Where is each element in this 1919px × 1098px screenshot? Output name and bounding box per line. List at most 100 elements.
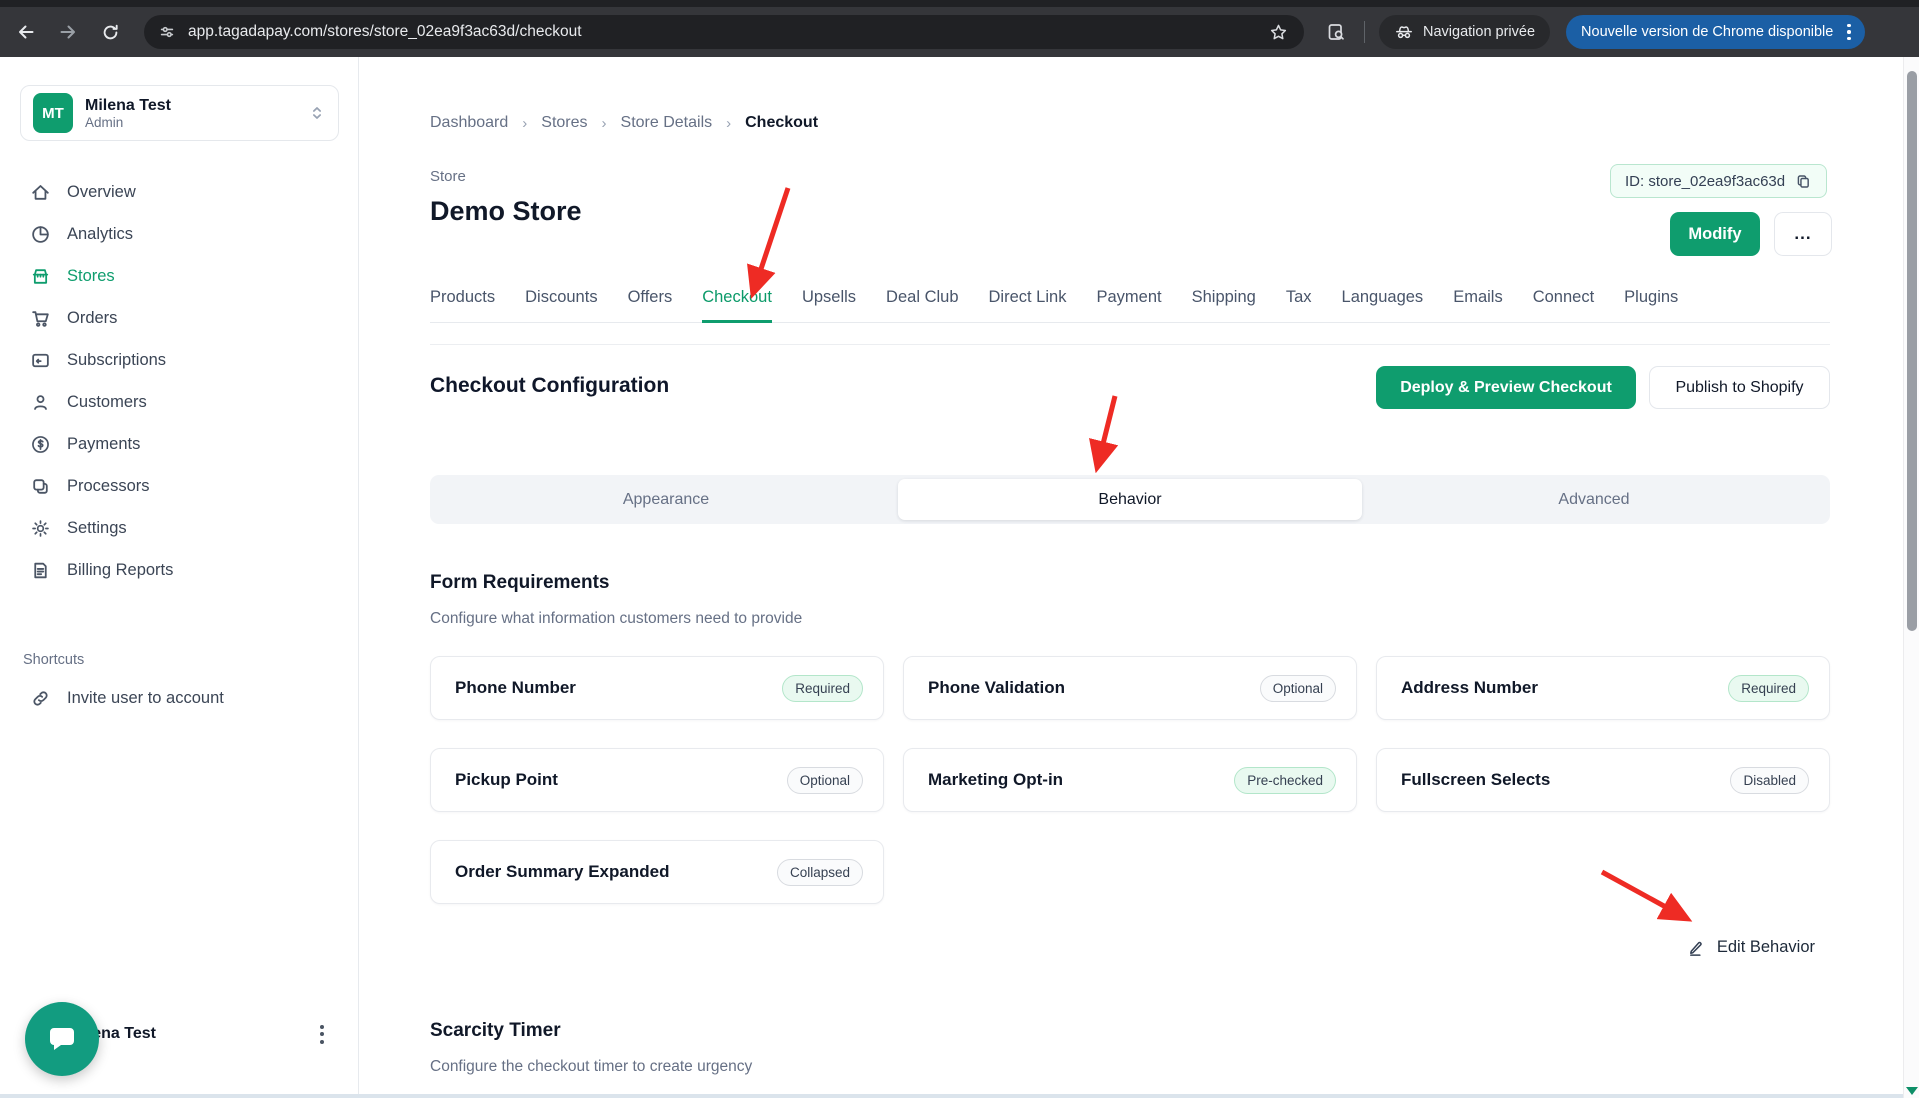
- tab-label: Checkout: [702, 288, 772, 306]
- breadcrumb-dashboard[interactable]: Dashboard ›: [430, 114, 541, 132]
- segment-appearance[interactable]: Appearance: [434, 479, 898, 520]
- account-role: Admin: [85, 115, 171, 130]
- tab-upsells[interactable]: Upsells: [802, 288, 856, 323]
- person-icon: [30, 392, 51, 413]
- footer-menu-icon[interactable]: [310, 1019, 334, 1049]
- breadcrumb-store-details[interactable]: Store Details›: [621, 114, 746, 132]
- sidebar-item-stores[interactable]: Stores: [0, 255, 358, 297]
- scarcity-timer-title: Scarcity Timer: [430, 1020, 561, 1042]
- bottom-edge-strip: [0, 1094, 1903, 1098]
- sidebar-item-overview[interactable]: Overview: [0, 171, 358, 213]
- tab-connect[interactable]: Connect: [1533, 288, 1594, 323]
- layers-icon: [30, 476, 51, 497]
- requirement-card-fullscreen-selects: Fullscreen Selects Disabled: [1376, 748, 1830, 812]
- breadcrumb-label: Checkout: [745, 114, 818, 132]
- scroll-down-arrow-icon[interactable]: [1906, 1087, 1918, 1095]
- tab-direct-link[interactable]: Direct Link: [989, 288, 1067, 323]
- tab-products[interactable]: Products: [430, 288, 495, 323]
- status-badge: Required: [1728, 675, 1809, 702]
- chat-widget-button[interactable]: [25, 1002, 99, 1076]
- sidebar-item-label: Orders: [67, 309, 117, 328]
- sidebar-item-analytics[interactable]: Analytics: [0, 213, 358, 255]
- breadcrumb-label: Dashboard: [430, 114, 508, 132]
- requirement-label: Fullscreen Selects: [1401, 770, 1550, 790]
- back-button[interactable]: [14, 20, 38, 44]
- tab-checkout[interactable]: Checkout: [702, 288, 772, 323]
- sidebar-item-payments[interactable]: Payments: [0, 423, 358, 465]
- forward-button[interactable]: [56, 20, 80, 44]
- pie-chart-icon: [30, 224, 51, 245]
- browser-tabstrip: [0, 0, 1919, 7]
- link-icon: [30, 688, 51, 709]
- store-id-badge: ID: store_02ea9f3ac63d: [1610, 164, 1827, 198]
- tab-payment[interactable]: Payment: [1096, 288, 1161, 323]
- sidebar-item-customers[interactable]: Customers: [0, 381, 358, 423]
- more-actions-button[interactable]: ...: [1774, 212, 1832, 256]
- sidebar-item-label: Analytics: [67, 225, 133, 244]
- chevron-right-icon: ›: [522, 115, 527, 132]
- vertical-scrollbar[interactable]: [1903, 57, 1919, 1098]
- requirement-label: Phone Number: [455, 678, 576, 698]
- tab-shipping[interactable]: Shipping: [1192, 288, 1256, 323]
- segment-advanced[interactable]: Advanced: [1362, 479, 1826, 520]
- browser-menu-icon[interactable]: [1843, 24, 1855, 41]
- tab-offers[interactable]: Offers: [628, 288, 673, 323]
- requirement-label: Address Number: [1401, 678, 1538, 698]
- address-bar[interactable]: app.tagadapay.com/stores/store_02ea9f3ac…: [144, 15, 1304, 49]
- requirement-card-address-number: Address Number Required: [1376, 656, 1830, 720]
- invite-user-link[interactable]: Invite user to account: [0, 677, 358, 719]
- segment-label: Behavior: [1098, 491, 1161, 509]
- checkout-config-segments: Appearance Behavior Advanced: [430, 475, 1830, 524]
- search-tabs-icon[interactable]: [1324, 20, 1348, 44]
- tab-tax[interactable]: Tax: [1286, 288, 1312, 323]
- sidebar-nav: Overview Analytics Stores Orders Subscri…: [0, 171, 358, 591]
- tab-label: Emails: [1453, 288, 1503, 306]
- page-title: Demo Store: [430, 196, 582, 227]
- deploy-preview-button[interactable]: Deploy & Preview Checkout: [1376, 366, 1636, 409]
- segment-behavior[interactable]: Behavior: [898, 479, 1362, 520]
- sidebar-item-settings[interactable]: Settings: [0, 507, 358, 549]
- tab-deal-club[interactable]: Deal Club: [886, 288, 958, 323]
- requirement-card-phone-validation: Phone Validation Optional: [903, 656, 1357, 720]
- sidebar-item-subscriptions[interactable]: Subscriptions: [0, 339, 358, 381]
- tab-discounts[interactable]: Discounts: [525, 288, 597, 323]
- status-badge: Required: [782, 675, 863, 702]
- tab-plugins[interactable]: Plugins: [1624, 288, 1678, 323]
- browser-toolbar: app.tagadapay.com/stores/store_02ea9f3ac…: [0, 7, 1919, 57]
- edit-behavior-row: Edit Behavior: [430, 938, 1830, 957]
- tab-label: Shipping: [1192, 288, 1256, 306]
- reload-button[interactable]: [98, 20, 122, 44]
- url-text[interactable]: app.tagadapay.com/stores/store_02ea9f3ac…: [188, 23, 1266, 41]
- copy-icon[interactable]: [1795, 173, 1812, 190]
- requirement-card-order-summary-expanded: Order Summary Expanded Collapsed: [430, 840, 884, 904]
- sidebar-item-orders[interactable]: Orders: [0, 297, 358, 339]
- status-badge: Disabled: [1730, 767, 1809, 794]
- store-tabs: Products Discounts Offers Checkout Upsel…: [430, 288, 1830, 323]
- scarcity-timer-subtitle: Configure the checkout timer to create u…: [430, 1058, 752, 1076]
- tab-emails[interactable]: Emails: [1453, 288, 1503, 323]
- tab-label: Products: [430, 288, 495, 306]
- tab-label: Discounts: [525, 288, 597, 306]
- publish-shopify-button[interactable]: Publish to Shopify: [1649, 366, 1830, 409]
- toolbar-divider: [1364, 21, 1365, 43]
- sidebar-item-billing-reports[interactable]: Billing Reports: [0, 549, 358, 591]
- breadcrumb-stores[interactable]: Stores›: [541, 114, 620, 132]
- bookmark-star-icon[interactable]: [1266, 20, 1290, 44]
- edit-behavior-button[interactable]: Edit Behavior: [1687, 938, 1830, 957]
- scrollbar-thumb[interactable]: [1907, 71, 1917, 631]
- tab-languages[interactable]: Languages: [1342, 288, 1424, 323]
- chrome-update-button[interactable]: Nouvelle version de Chrome disponible: [1566, 15, 1865, 49]
- modify-button[interactable]: Modify: [1670, 212, 1760, 256]
- sidebar: MT Milena Test Admin Overview Analytics …: [0, 57, 359, 1098]
- cart-icon: [30, 308, 51, 329]
- browser-chrome: app.tagadapay.com/stores/store_02ea9f3ac…: [0, 0, 1919, 57]
- requirement-label: Marketing Opt-in: [928, 770, 1063, 790]
- breadcrumb-checkout[interactable]: Checkout›: [745, 114, 818, 132]
- breadcrumb-label: Store Details: [621, 114, 713, 132]
- account-switcher[interactable]: MT Milena Test Admin: [20, 85, 339, 141]
- shortcuts-heading: Shortcuts: [23, 652, 84, 668]
- sidebar-item-processors[interactable]: Processors: [0, 465, 358, 507]
- incognito-badge: Navigation privée: [1379, 15, 1550, 49]
- site-settings-icon[interactable]: [158, 23, 176, 41]
- sidebar-item-label: Customers: [67, 393, 147, 412]
